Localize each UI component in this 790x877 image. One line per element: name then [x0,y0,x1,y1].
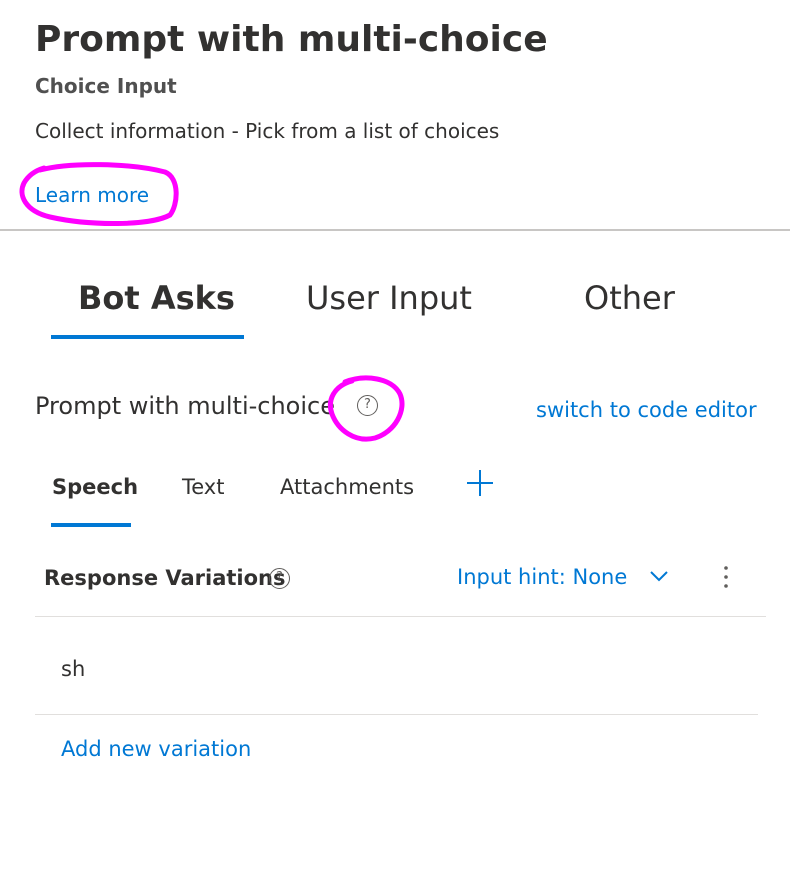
page-subtitle: Choice Input [35,74,177,98]
more-vertical-icon[interactable] [716,562,736,592]
tab-speech[interactable]: Speech [52,472,138,502]
help-circle-icon[interactable]: ? [357,395,378,416]
tab-user-input[interactable]: User Input [306,276,472,320]
input-hint-dropdown[interactable]: Input hint: None [457,562,627,592]
section-title: Prompt with multi-choice [35,392,335,420]
tab-text[interactable]: Text [182,472,224,502]
chevron-down-icon[interactable] [649,568,669,584]
page-title: Prompt with multi-choice [35,19,548,60]
tab-bot-asks[interactable]: Bot Asks [78,276,235,320]
row-divider [35,616,766,617]
add-new-variation-link[interactable]: Add new variation [61,734,251,764]
switch-to-code-editor-link[interactable]: switch to code editor [536,395,757,425]
help-circle-icon[interactable]: ? [269,568,290,589]
tab-other[interactable]: Other [584,276,675,320]
page-description: Collect information - Pick from a list o… [35,119,500,143]
variation-item[interactable]: sh [61,654,85,684]
active-subtab-indicator [51,523,131,527]
active-tab-indicator [51,335,244,339]
response-variations-label: Response Variations [44,566,286,590]
plus-icon[interactable] [465,468,495,498]
learn-more-link[interactable]: Learn more [35,181,149,209]
header-divider [0,229,790,231]
tab-attachments[interactable]: Attachments [280,472,414,502]
row-divider [35,714,758,715]
